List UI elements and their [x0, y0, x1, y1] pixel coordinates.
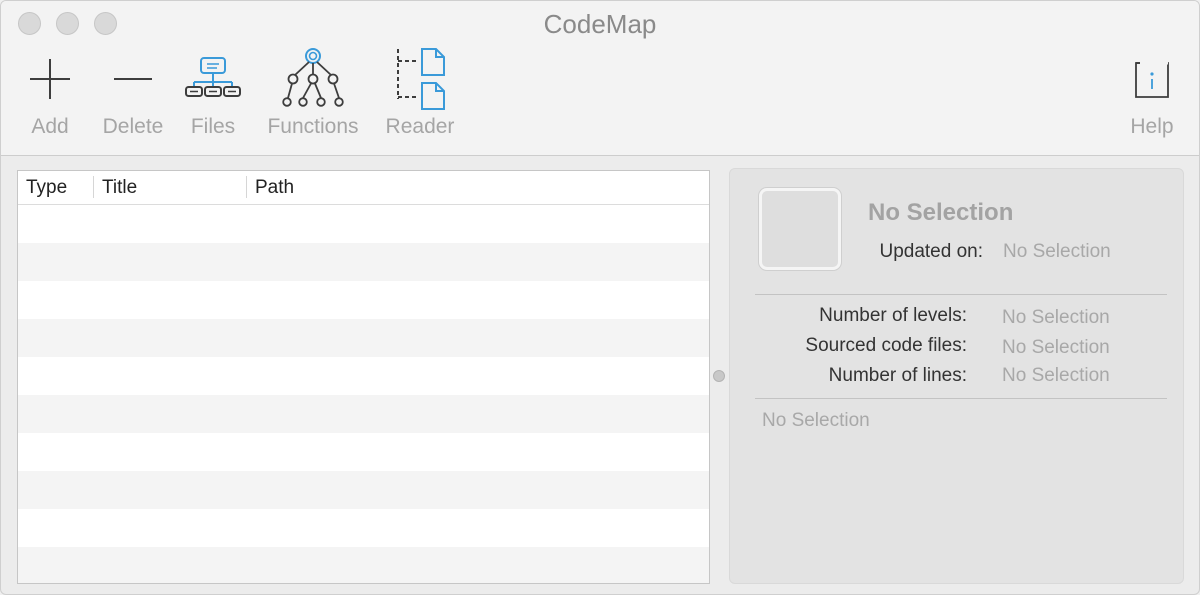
updated-on-value: No Selection: [1003, 241, 1111, 262]
lines-label: Number of lines:: [828, 365, 967, 386]
plus-icon: [23, 47, 77, 111]
toolbar: CodeMap Add Delete Files Functions Reade…: [1, 1, 1199, 156]
column-header-path[interactable]: Path: [255, 171, 294, 204]
table-header: Type Title Path: [18, 171, 709, 205]
empty-row: [18, 205, 709, 243]
column-divider[interactable]: [93, 176, 94, 198]
window-title: CodeMap: [543, 9, 657, 39]
add-button[interactable]: Add: [23, 47, 77, 139]
reader-documents-icon: [379, 47, 461, 111]
function-tree-icon: [259, 47, 367, 111]
selection-thumbnail: [759, 188, 841, 270]
sourced-files-label: Sourced code files:: [805, 335, 967, 356]
empty-row: [18, 509, 709, 547]
divider: [755, 398, 1167, 399]
app-window: CodeMap Add Delete Files Functions Reade…: [0, 0, 1200, 595]
empty-row: [18, 547, 709, 583]
empty-row: [18, 357, 709, 395]
table-body: [18, 205, 709, 583]
reader-button[interactable]: Reader: [379, 47, 461, 139]
levels-label: Number of levels:: [819, 305, 967, 326]
updated-on-label: Updated on:: [879, 241, 983, 262]
sourced-files-value: No Selection: [1002, 337, 1110, 358]
notes-text: No Selection: [762, 410, 870, 431]
column-header-title[interactable]: Title: [102, 171, 137, 204]
lines-value: No Selection: [1002, 365, 1110, 386]
levels-value: No Selection: [1002, 307, 1110, 328]
delete-label: Delete: [102, 115, 164, 138]
column-divider[interactable]: [246, 176, 247, 198]
files-button[interactable]: Files: [183, 47, 243, 139]
empty-row: [18, 243, 709, 281]
empty-row: [18, 319, 709, 357]
detail-panel: No Selection Updated on: No Selection Nu…: [729, 168, 1184, 584]
help-button[interactable]: Help: [1123, 47, 1181, 139]
minus-icon: [97, 47, 169, 111]
column-header-type[interactable]: Type: [26, 171, 67, 204]
file-hierarchy-icon: [183, 47, 243, 111]
split-view-divider-handle[interactable]: [713, 370, 725, 382]
empty-row: [18, 281, 709, 319]
empty-row: [18, 471, 709, 509]
files-table[interactable]: Type Title Path: [17, 170, 710, 584]
divider: [755, 294, 1167, 295]
empty-row: [18, 433, 709, 471]
info-icon: [1123, 47, 1181, 111]
help-label: Help: [1130, 115, 1174, 138]
functions-button[interactable]: Functions: [259, 47, 367, 139]
delete-button[interactable]: Delete: [97, 47, 169, 139]
files-label: Files: [190, 115, 236, 138]
reader-label: Reader: [385, 115, 455, 138]
add-label: Add: [31, 115, 69, 138]
empty-row: [18, 395, 709, 433]
functions-label: Functions: [267, 115, 359, 138]
selection-title: No Selection: [868, 199, 1014, 226]
